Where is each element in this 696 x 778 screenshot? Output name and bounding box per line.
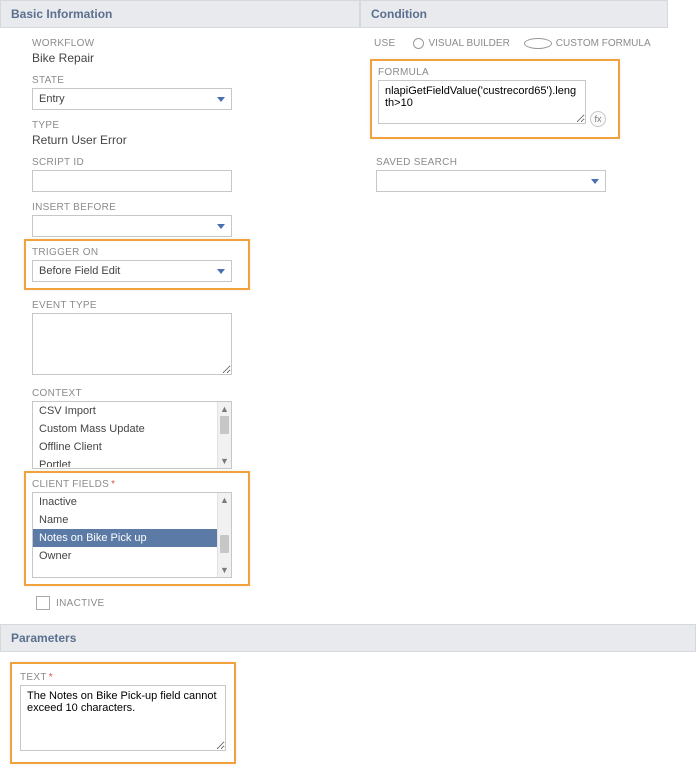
trigger-on-select[interactable]: Before Field Edit xyxy=(32,260,232,282)
state-label: STATE xyxy=(32,75,350,86)
scroll-down-icon[interactable]: ▼ xyxy=(218,563,231,577)
workflow-field: WORKFLOW Bike Repair xyxy=(32,38,350,65)
list-item[interactable]: Notes on Bike Pick up xyxy=(33,529,217,547)
list-item[interactable]: Name xyxy=(33,511,217,529)
scrollbar[interactable]: ▲ ▼ xyxy=(217,493,231,577)
visual-builder-radio[interactable]: VISUAL BUILDER xyxy=(413,38,509,49)
inactive-label: INACTIVE xyxy=(56,598,105,609)
scroll-down-icon[interactable]: ▼ xyxy=(218,454,231,468)
chevron-down-icon xyxy=(217,269,225,274)
saved-search-field: SAVED SEARCH xyxy=(370,157,620,192)
scriptid-input[interactable] xyxy=(32,170,232,192)
formula-highlight: FORMULA fx xyxy=(370,59,620,139)
type-value: Return User Error xyxy=(32,133,350,147)
formula-label: FORMULA xyxy=(378,67,612,78)
insert-before-field: INSERT BEFORE xyxy=(32,202,350,237)
trigger-on-highlight: TRIGGER ON Before Field Edit xyxy=(24,239,250,290)
visual-builder-label: VISUAL BUILDER xyxy=(428,38,509,49)
scroll-up-icon[interactable]: ▲ xyxy=(218,493,231,507)
list-item[interactable]: Owner xyxy=(33,547,217,565)
context-field: CONTEXT CSV Import Custom Mass Update Of… xyxy=(32,388,350,469)
type-field: TYPE Return User Error xyxy=(32,120,350,147)
custom-formula-radio[interactable]: CUSTOM FORMULA xyxy=(524,38,651,49)
type-label: TYPE xyxy=(32,120,350,131)
event-type-input[interactable] xyxy=(32,313,232,375)
chevron-down-icon xyxy=(591,179,599,184)
use-row: USE VISUAL BUILDER CUSTOM FORMULA xyxy=(370,38,658,49)
workflow-label: WORKFLOW xyxy=(32,38,350,49)
client-fields-listbox[interactable]: Inactive Name Notes on Bike Pick up Owne… xyxy=(32,492,232,578)
use-label: USE xyxy=(374,38,395,49)
state-field: STATE Entry xyxy=(32,75,350,110)
saved-search-select[interactable] xyxy=(376,170,606,192)
list-item[interactable]: Custom Mass Update xyxy=(33,420,217,438)
list-item[interactable]: Portlet xyxy=(33,456,217,467)
event-type-label: EVENT TYPE xyxy=(32,300,350,311)
basic-info-header: Basic Information xyxy=(0,0,360,28)
custom-formula-label: CUSTOM FORMULA xyxy=(556,38,651,49)
text-highlight: TEXT* xyxy=(10,662,236,764)
list-item[interactable]: Inactive xyxy=(33,493,217,511)
scroll-up-icon[interactable]: ▲ xyxy=(218,402,231,416)
saved-search-label: SAVED SEARCH xyxy=(376,157,620,168)
state-value: Entry xyxy=(39,93,65,105)
text-label: TEXT* xyxy=(20,672,226,683)
workflow-value: Bike Repair xyxy=(32,51,350,65)
state-select[interactable]: Entry xyxy=(32,88,232,110)
formula-helper-icon[interactable]: fx xyxy=(590,111,606,127)
formula-input[interactable] xyxy=(378,80,586,124)
scriptid-label: SCRIPT ID xyxy=(32,157,350,168)
event-type-field: EVENT TYPE xyxy=(32,300,350,378)
scrollbar[interactable]: ▲ ▼ xyxy=(217,402,231,468)
text-input[interactable] xyxy=(20,685,226,751)
client-fields-highlight: CLIENT FIELDS* Inactive Name Notes on Bi… xyxy=(24,471,250,586)
insert-before-label: INSERT BEFORE xyxy=(32,202,350,213)
client-fields-label: CLIENT FIELDS* xyxy=(32,479,242,490)
parameters-header: Parameters xyxy=(0,624,696,652)
list-item[interactable]: Offline Client xyxy=(33,438,217,456)
condition-header: Condition xyxy=(360,0,668,28)
chevron-down-icon xyxy=(217,224,225,229)
insert-before-select[interactable] xyxy=(32,215,232,237)
chevron-down-icon xyxy=(217,97,225,102)
context-listbox[interactable]: CSV Import Custom Mass Update Offline Cl… xyxy=(32,401,232,469)
inactive-checkbox[interactable] xyxy=(36,596,50,610)
list-item[interactable]: CSV Import xyxy=(33,402,217,420)
trigger-on-value: Before Field Edit xyxy=(39,265,120,277)
scriptid-field: SCRIPT ID xyxy=(32,157,350,192)
inactive-field: INACTIVE xyxy=(36,596,350,610)
context-label: CONTEXT xyxy=(32,388,350,399)
trigger-on-label: TRIGGER ON xyxy=(32,247,242,258)
